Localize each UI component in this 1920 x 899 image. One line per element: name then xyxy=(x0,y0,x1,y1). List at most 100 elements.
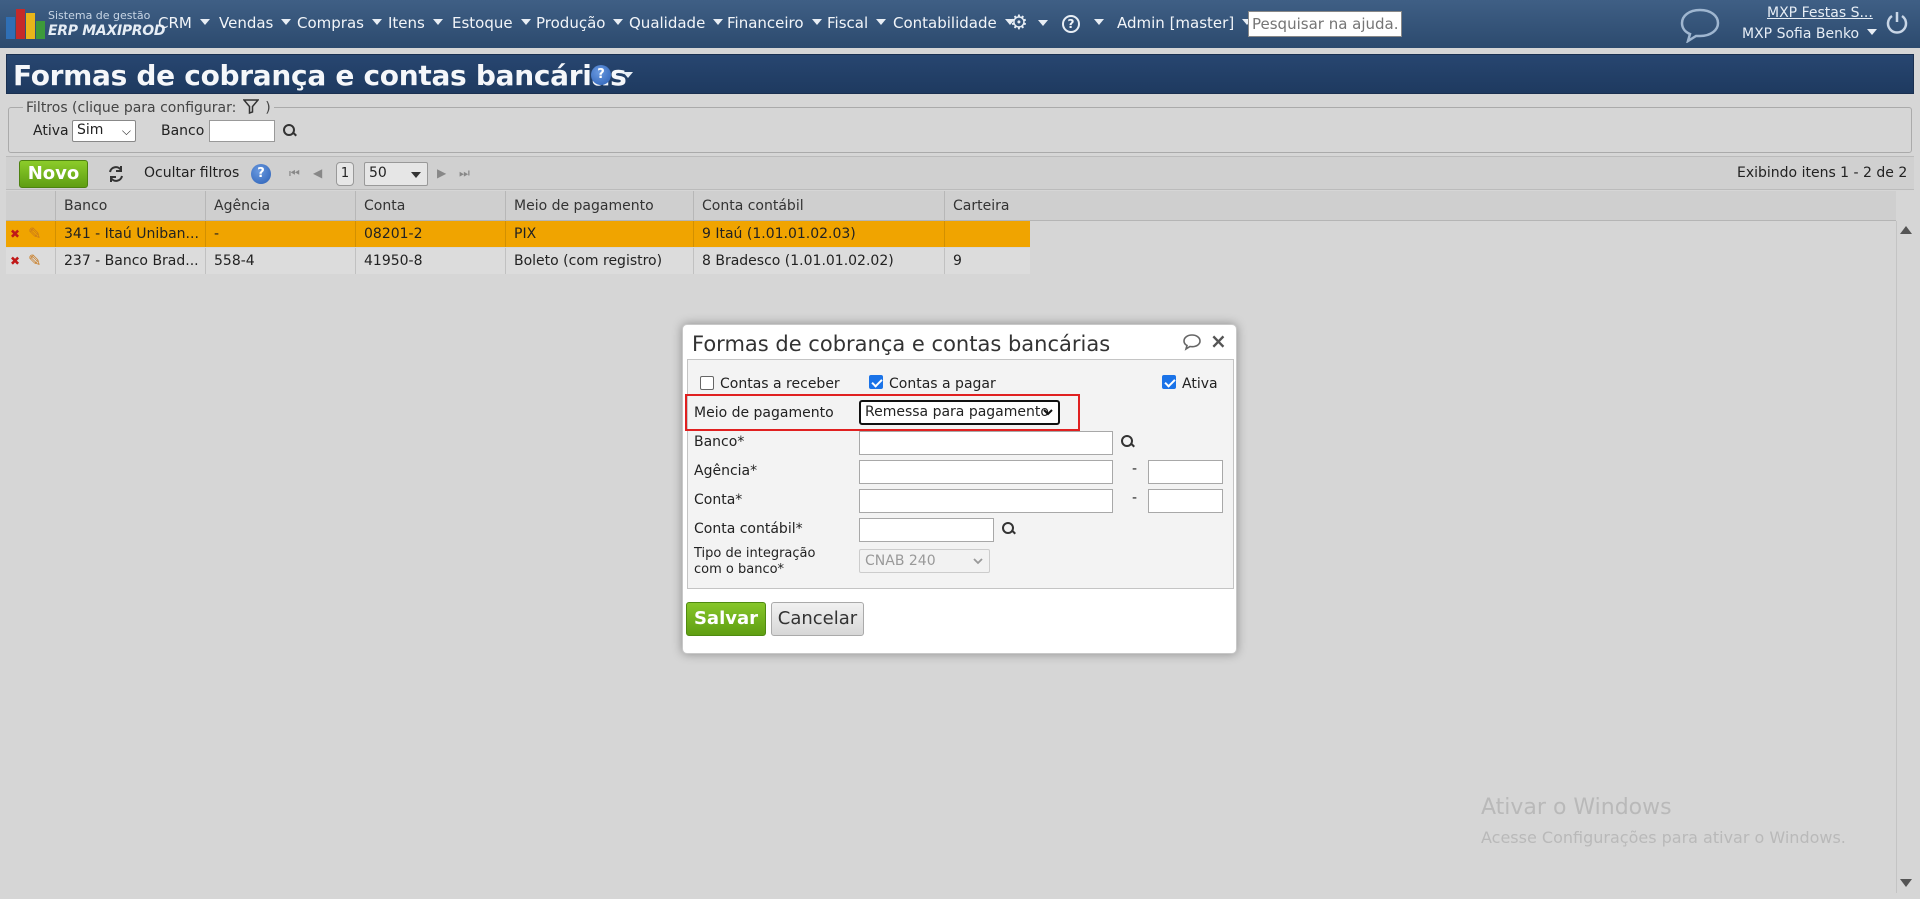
chevron-down-icon xyxy=(613,19,624,25)
nav-menu-compras[interactable]: Compras xyxy=(297,14,382,34)
user-menu[interactable]: MXP Sofia Benko xyxy=(1742,26,1878,42)
previous-page-icon[interactable]: ◀ xyxy=(313,166,322,180)
help-search-input[interactable] xyxy=(1248,11,1402,37)
cell-conta-contabil: 9 Itaú (1.01.01.02.03) xyxy=(693,221,944,247)
cell-conta-contabil: 8 Bradesco (1.01.01.02.02) xyxy=(693,248,944,274)
conta-digit-input[interactable] xyxy=(1148,489,1223,513)
chevron-down-icon xyxy=(1094,19,1104,25)
nav-menu-estoque[interactable]: Estoque xyxy=(452,14,531,34)
table-row[interactable]: ✖ ✎ 237 - Banco Brad... 558-4 41950-8 Bo… xyxy=(6,248,1030,274)
last-page-icon[interactable]: ⏭ xyxy=(459,166,470,181)
column-header-banco[interactable]: Banco xyxy=(55,191,205,221)
windows-activation-title: Ativar o Windows xyxy=(1481,795,1672,820)
agencia-input[interactable] xyxy=(859,460,1113,484)
chevron-down-icon xyxy=(1042,406,1054,422)
cell-agencia: - xyxy=(205,221,355,247)
nav-menu-qualidade[interactable]: Qualidade xyxy=(629,14,724,34)
windows-activation-text: Acesse Configurações para ativar o Windo… xyxy=(1481,828,1846,847)
company-link[interactable]: MXP Festas S... xyxy=(1767,5,1873,21)
ativa-checkbox[interactable] xyxy=(1162,375,1176,389)
column-header-carteira[interactable]: Carteira xyxy=(944,191,1896,221)
logo-subtitle: Sistema de gestão xyxy=(48,9,151,22)
chevron-down-icon xyxy=(371,19,382,25)
nav-menu-itens[interactable]: Itens xyxy=(388,14,443,34)
delete-icon[interactable]: ✖ xyxy=(10,254,20,268)
new-button[interactable]: Novo xyxy=(19,160,88,188)
filter-banco-input[interactable] xyxy=(209,120,275,142)
cell-banco: 341 - Itaú Uniban... xyxy=(55,221,205,247)
power-icon[interactable] xyxy=(1884,10,1910,36)
integracao-label-line1: Tipo de integração xyxy=(694,546,816,561)
chevron-down-icon xyxy=(876,19,887,25)
nav-menu-producao[interactable]: Produção xyxy=(536,14,624,34)
agencia-digit-input[interactable] xyxy=(1148,460,1223,484)
meio-pagamento-select[interactable]: Remessa para pagamento xyxy=(859,400,1060,425)
help-menu[interactable]: ? xyxy=(1062,14,1104,34)
chevron-down-icon[interactable] xyxy=(623,72,633,78)
nav-menu-financeiro[interactable]: Financeiro xyxy=(727,14,822,34)
nav-menu-vendas[interactable]: Vendas xyxy=(219,14,292,34)
nav-menu-contabilidade[interactable]: Contabilidade xyxy=(893,14,1015,34)
column-header-conta[interactable]: Conta xyxy=(355,191,505,221)
edit-pencil-icon[interactable]: ✎ xyxy=(28,251,41,270)
conta-contabil-input[interactable] xyxy=(859,518,994,542)
grid-scrollbar[interactable] xyxy=(1896,221,1914,893)
conta-input[interactable] xyxy=(859,489,1113,513)
filters-legend[interactable]: Filtros (clique para configurar: ) xyxy=(23,99,274,118)
search-icon[interactable] xyxy=(1001,521,1017,537)
filter-ativa-label: Ativa xyxy=(33,123,69,139)
integracao-label-line2: com o banco* xyxy=(694,562,785,577)
nav-menu-admin[interactable]: Admin [master] xyxy=(1117,14,1253,34)
nav-menu-fiscal[interactable]: Fiscal xyxy=(827,14,887,34)
column-header-agencia[interactable]: Agência xyxy=(205,191,355,221)
edit-pencil-icon[interactable]: ✎ xyxy=(28,224,41,243)
items-count: Exibindo itens 1 - 2 de 2 xyxy=(1737,165,1908,181)
logo-title: ERP MAXIPROD xyxy=(48,23,166,39)
cell-banco: 237 - Banco Brad... xyxy=(55,248,205,274)
refresh-icon[interactable] xyxy=(105,163,127,185)
page-number-input[interactable]: 1 xyxy=(336,162,354,186)
cell-conta: 08201-2 xyxy=(355,221,505,247)
banco-label: Banco* xyxy=(694,434,745,450)
next-page-icon[interactable]: ▶ xyxy=(437,166,446,180)
filter-ativa-select[interactable]: Sim ⌵ xyxy=(72,120,136,142)
ativa-label[interactable]: Ativa xyxy=(1182,376,1218,392)
scroll-up-icon[interactable] xyxy=(1900,226,1912,234)
gear-icon: ⚙ xyxy=(1010,10,1028,34)
page-size-select[interactable]: 50 xyxy=(364,162,428,186)
funnel-icon[interactable] xyxy=(242,99,260,118)
column-header-conta-contabil[interactable]: Conta contábil xyxy=(693,191,944,221)
chevron-down-icon xyxy=(199,19,210,25)
chevron-down-icon xyxy=(432,19,443,25)
help-icon[interactable]: ? xyxy=(251,164,271,184)
chevron-down-icon xyxy=(281,19,292,25)
cell-carteira: 9 xyxy=(944,248,1030,274)
search-icon[interactable] xyxy=(282,123,298,139)
save-button[interactable]: Salvar xyxy=(686,602,766,636)
contas-receber-label[interactable]: Contas a receber xyxy=(720,376,840,392)
first-page-icon[interactable]: ⏮ xyxy=(289,166,300,181)
help-icon[interactable]: ? xyxy=(591,65,611,85)
chevron-down-icon xyxy=(811,19,822,25)
cell-conta: 41950-8 xyxy=(355,248,505,274)
chat-icon[interactable] xyxy=(1679,7,1721,44)
contas-pagar-checkbox[interactable] xyxy=(869,375,883,389)
banco-input[interactable] xyxy=(859,431,1113,455)
comment-icon[interactable] xyxy=(1182,333,1202,351)
table-row[interactable]: ✖ ✎ 341 - Itaú Uniban... - 08201-2 PIX 9… xyxy=(6,221,1030,247)
dialog-title: Formas de cobrança e contas bancárias xyxy=(692,332,1111,356)
search-icon[interactable] xyxy=(1120,434,1136,450)
hide-filters-button[interactable]: Ocultar filtros xyxy=(144,165,239,181)
settings-menu[interactable]: ⚙ xyxy=(1010,12,1048,32)
delete-icon[interactable]: ✖ xyxy=(10,227,20,241)
close-icon[interactable]: × xyxy=(1210,329,1227,353)
integracao-select[interactable]: CNAB 240 xyxy=(859,549,990,573)
column-header-meio-pagamento[interactable]: Meio de pagamento xyxy=(505,191,693,221)
cancel-button[interactable]: Cancelar xyxy=(771,602,864,636)
app-logo[interactable]: Sistema de gestão ERP MAXIPROD xyxy=(6,7,166,41)
scroll-down-icon[interactable] xyxy=(1900,879,1912,887)
logo-blocks-icon xyxy=(6,9,45,39)
nav-menu-crm[interactable]: CRM xyxy=(158,14,210,34)
contas-receber-checkbox[interactable] xyxy=(700,376,714,390)
contas-pagar-label[interactable]: Contas a pagar xyxy=(889,376,996,392)
